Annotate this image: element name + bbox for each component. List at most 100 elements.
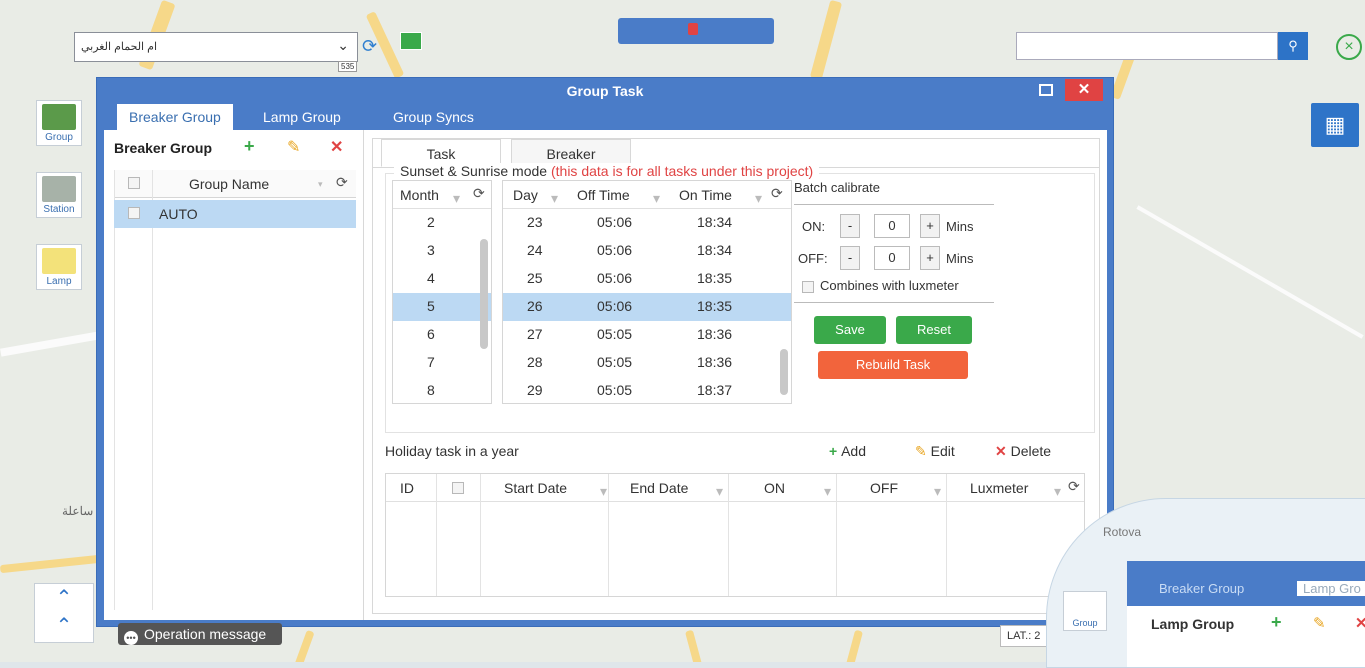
col-day[interactable]: Day [513,187,538,203]
luxmeter-checkbox[interactable] [802,281,814,293]
lamp-icon [42,248,76,274]
add-icon: + [829,443,842,459]
refresh-icon[interactable]: ⟳ [336,174,348,191]
chevron-down-icon: ⌄ [337,37,349,53]
list-item[interactable]: 2 [393,209,491,237]
rebuild-task-button[interactable]: Rebuild Task [818,351,968,379]
sunset-warning: (this data is for all tasks under this p… [550,163,814,179]
col-month[interactable]: Month [400,187,439,203]
table-row[interactable]: AUTO [114,200,356,228]
chevron-up-icon[interactable]: ⌃ [56,615,73,637]
col-id[interactable]: ID [400,480,414,496]
breaker-group-title: Breaker Group [114,140,213,156]
refresh-icon[interactable]: ⟳ [1068,478,1080,495]
col-end-date[interactable]: End Date [630,480,688,496]
table-row[interactable]: 23 05:06 18:34 [503,209,791,237]
table-row[interactable]: 25 05:06 18:35 [503,265,791,293]
search-button[interactable]: ⚲ [1278,32,1308,60]
col-start-date[interactable]: Start Date [504,480,567,496]
chevron-up-icon[interactable]: ⌃ [56,587,73,609]
on-minus-button[interactable]: - [840,214,860,238]
batch-calibrate: Batch calibrate ON: - 0 + Mins OFF: - 0 … [794,180,994,430]
list-item[interactable]: 7 [393,349,491,377]
tab-breaker-group[interactable]: Breaker Group [117,104,233,130]
refresh-icon[interactable]: ⟳ [473,185,485,202]
close-button[interactable]: ✕ [1065,79,1103,101]
delete-button[interactable]: ✕ Delete [995,443,1051,460]
lat-readout: LAT.: 2 [1000,625,1048,647]
holiday-table: ID Start Date ▾ End Date ▾ ON ▾ OFF ▾ Lu… [385,473,1085,597]
group-table-header: Group Name ▾ ⟳ [114,170,356,198]
tab-group-syncs[interactable]: Group Syncs [381,104,486,130]
col-luxmeter[interactable]: Luxmeter [970,480,1028,496]
add-button[interactable]: + Add [829,443,866,459]
col-group-name[interactable]: Group Name [189,176,269,192]
col-off[interactable]: OFF [870,480,898,496]
list-item[interactable]: 8 [393,377,491,403]
select-all-checkbox[interactable] [128,177,140,189]
calendar-icon[interactable]: ▦ [1311,103,1359,147]
off-value-input[interactable]: 0 [874,246,910,270]
off-minus-button[interactable]: - [840,246,860,270]
on-value-input[interactable]: 0 [874,214,910,238]
map-marker-icon[interactable] [400,32,422,50]
edit-icon: ✎ [915,443,931,459]
close-icon[interactable]: × [1336,34,1362,60]
minimap-dialog: Breaker Group Lamp Gro Lamp Group + ✎ ✕ [1127,561,1365,667]
holiday-section: Holiday task in a year + Add ✎ Edit ✕ De… [385,433,1095,609]
col-on[interactable]: ON [764,480,785,496]
minimap-preview[interactable]: Rotova Group Breaker Group Lamp Gro Lamp… [1046,498,1365,668]
sunset-title: Sunset & Sunrise mode (this data is for … [394,163,820,179]
off-stepper: OFF: - 0 + Mins [794,246,994,272]
refresh-icon[interactable]: ⟳ [771,185,783,202]
delete-icon[interactable]: ✕ [330,137,343,157]
select-all-checkbox[interactable] [452,482,464,494]
top-panel-tab[interactable] [618,18,774,44]
list-item[interactable]: 6 [393,321,491,349]
dialog-title: Group Task [566,83,644,99]
sort-icon[interactable]: ▾ [318,179,323,190]
holiday-title: Holiday task in a year [385,443,519,459]
day-grid: Day ▾ Off Time ▾ On Time ▾ ⟳ 23 05:06 18:3… [502,180,792,404]
on-plus-button[interactable]: + [920,214,940,238]
refresh-icon[interactable]: ⟳ [362,36,377,57]
map-nav-control[interactable]: ⌃ ⌃ [34,583,94,643]
table-row[interactable]: 24 05:06 18:34 [503,237,791,265]
tab-lamp-group[interactable]: Lamp Group [251,104,353,130]
edit-button[interactable]: ✎ Edit [915,443,955,460]
table-row[interactable]: 29 05:05 18:37 [503,377,791,403]
tool-station[interactable]: Station [36,172,82,218]
task-panel: Task Breaker Sunset & Sunrise mode (this… [372,138,1100,614]
reset-button[interactable]: Reset [896,316,972,344]
minimap-group-tool: Group [1063,591,1107,631]
edit-icon[interactable]: ✎ [287,137,300,157]
table-row[interactable]: 27 05:05 18:36 [503,321,791,349]
sort-icon[interactable]: ▾ [453,190,460,207]
table-row[interactable]: 26 05:06 18:35 [503,293,791,321]
luxmeter-label: Combines with luxmeter [820,278,959,293]
location-select[interactable]: ام الحمام الغربي ⌄ [74,32,358,62]
message-icon: ••• [124,631,138,645]
list-item[interactable]: 3 [393,237,491,265]
save-button[interactable]: Save [814,316,886,344]
search-input[interactable] [1016,32,1278,60]
tool-lamp[interactable]: Lamp [36,244,82,290]
group-task-dialog: Group Task ✕ Breaker Group Lamp Group Gr… [96,77,1114,627]
add-icon[interactable]: + [244,136,255,157]
operation-message-bar[interactable]: ••• Operation message [118,623,282,645]
list-item[interactable]: 4 [393,265,491,293]
table-row[interactable]: 28 05:05 18:36 [503,349,791,377]
month-grid: Month ▾ ⟳ 2 3 4 5 6 7 8 [392,180,492,404]
location-select-value: ام الحمام الغربي [81,41,158,53]
scrollbar[interactable] [480,239,488,349]
col-off-time[interactable]: Off Time [577,187,630,203]
delete-icon: ✕ [995,443,1011,459]
list-item[interactable]: 5 [393,293,491,321]
row-checkbox[interactable] [128,207,140,219]
maximize-icon[interactable] [1039,84,1053,96]
tool-group[interactable]: Group [36,100,82,146]
col-on-time[interactable]: On Time [679,187,732,203]
off-plus-button[interactable]: + [920,246,940,270]
on-stepper: ON: - 0 + Mins [794,214,994,240]
scrollbar[interactable] [780,349,788,395]
